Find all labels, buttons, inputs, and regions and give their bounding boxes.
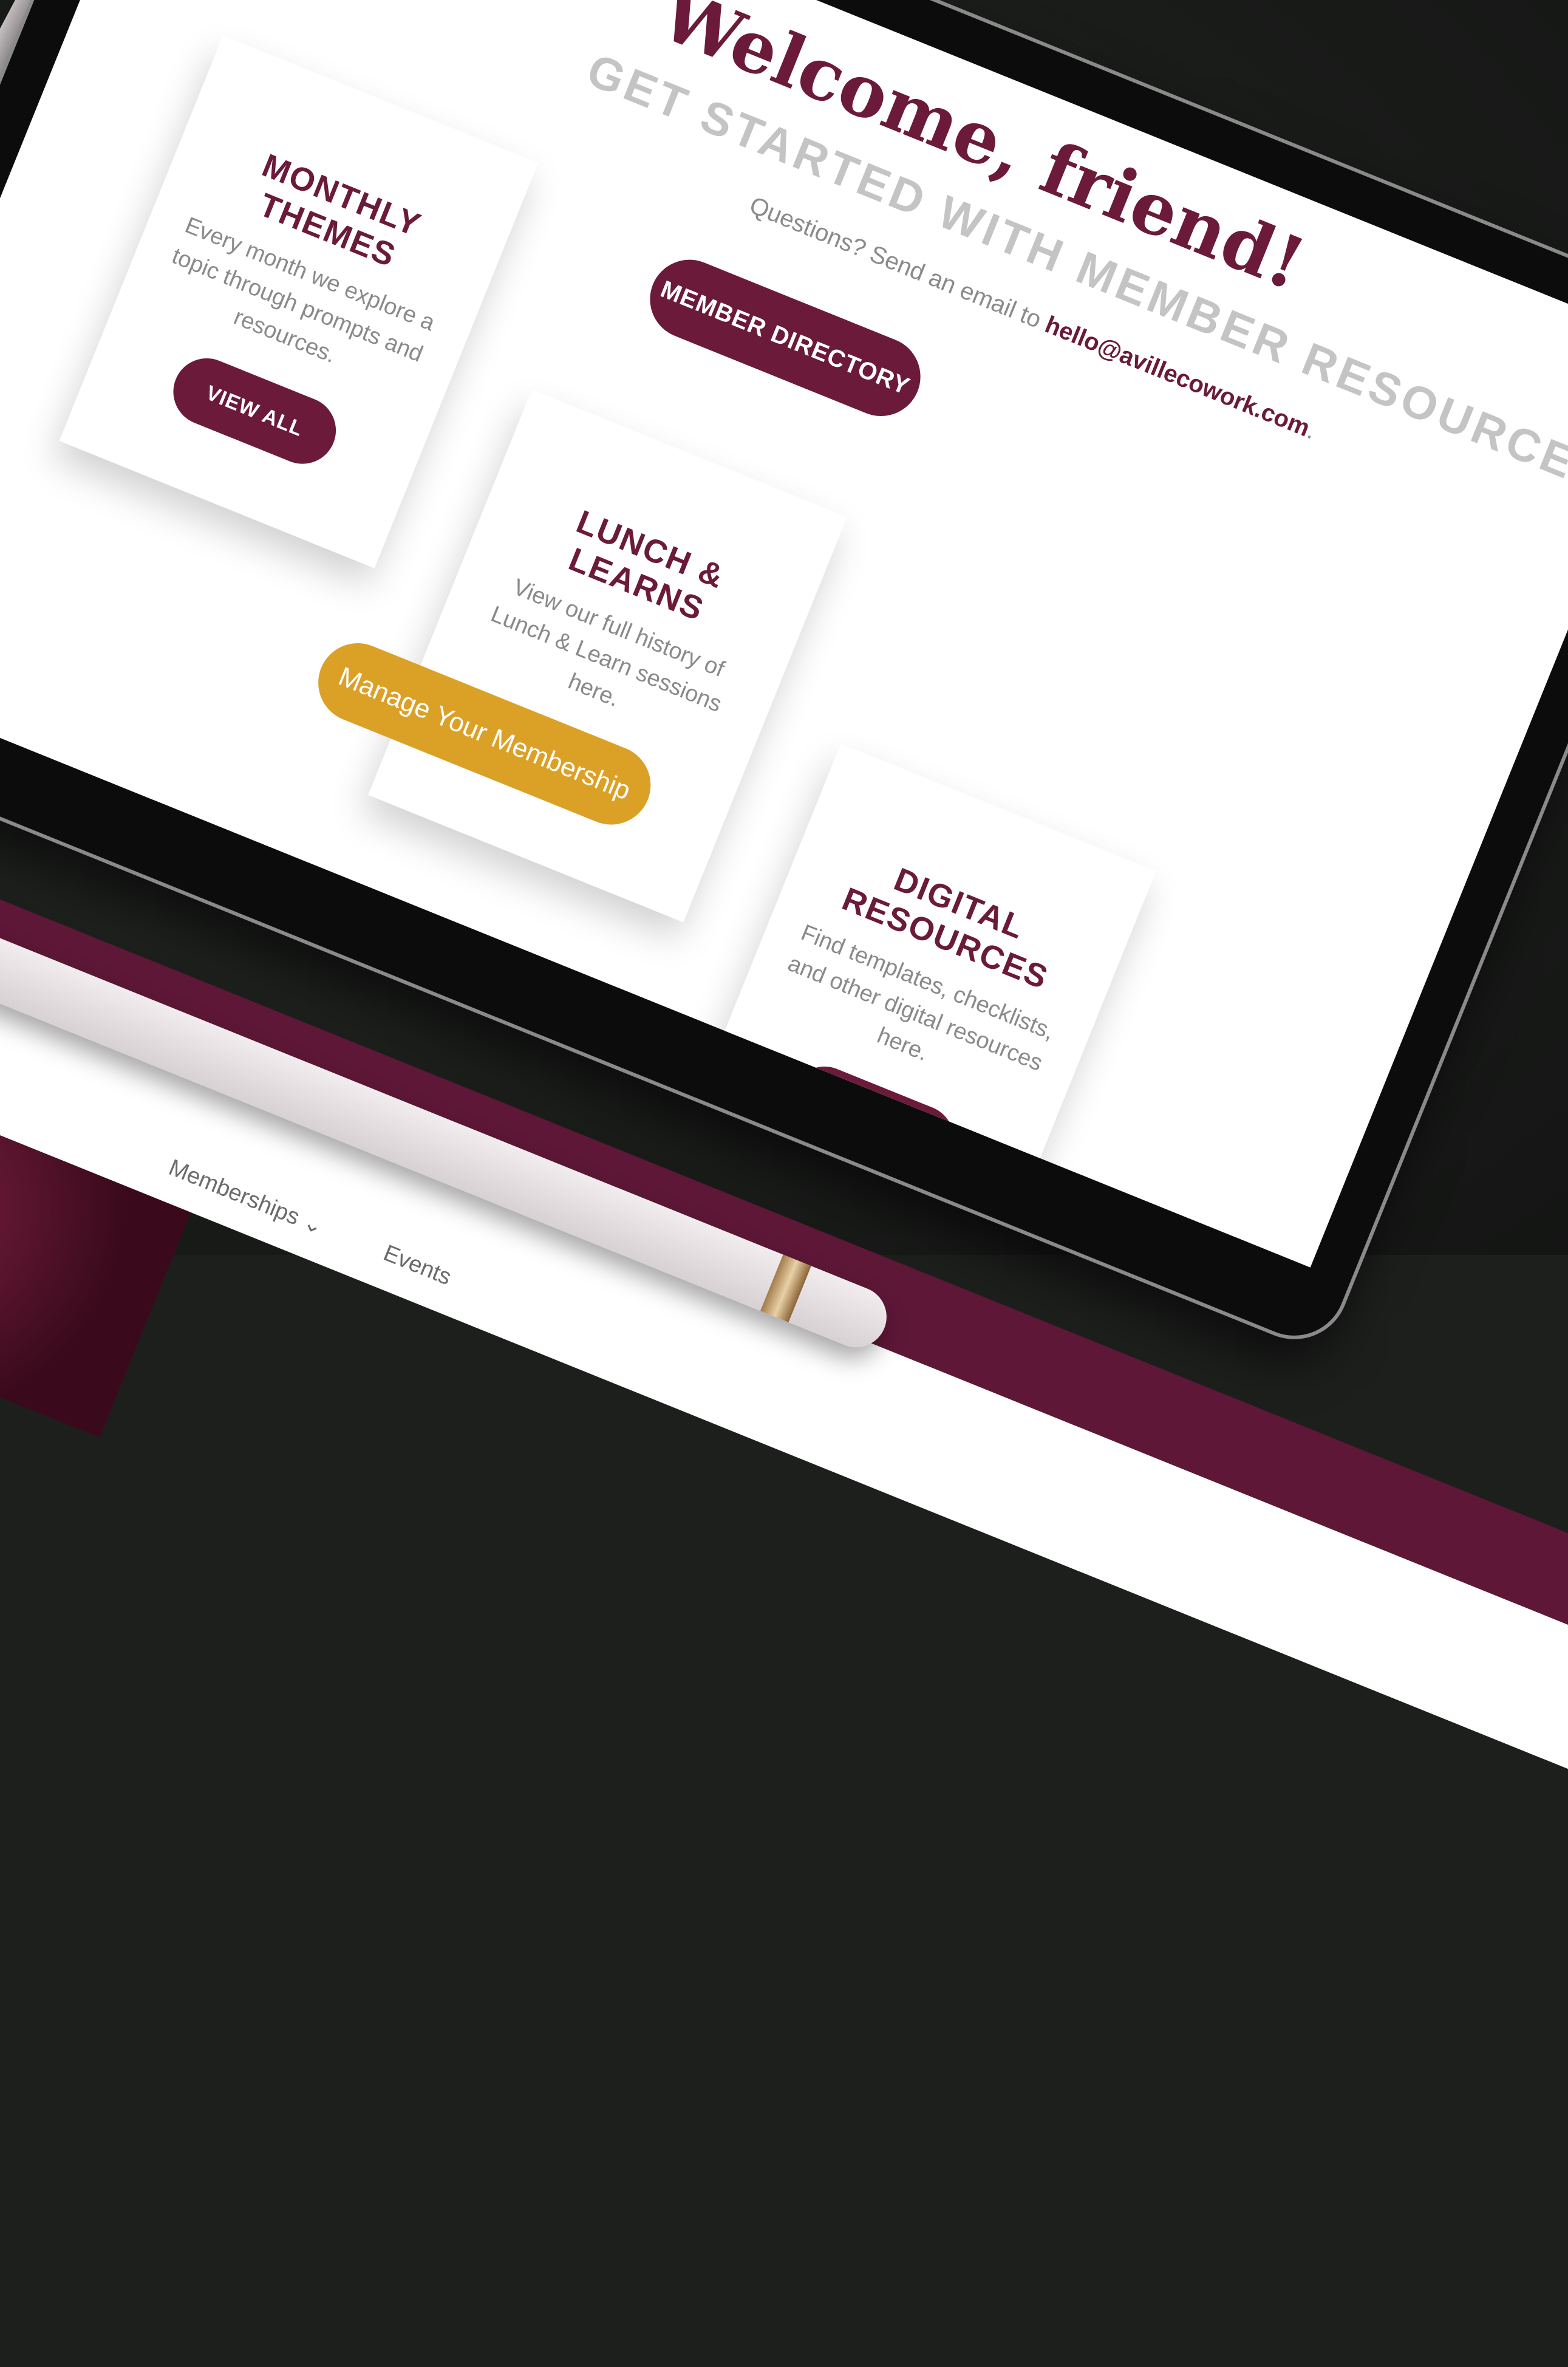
apple-pencil-band [760, 1254, 811, 1322]
card-monthly-themes: MONTHLY THEMES Every month we explore a … [59, 35, 539, 569]
card-lunch-learns: LUNCH & LEARNS View our full history of … [368, 389, 848, 923]
